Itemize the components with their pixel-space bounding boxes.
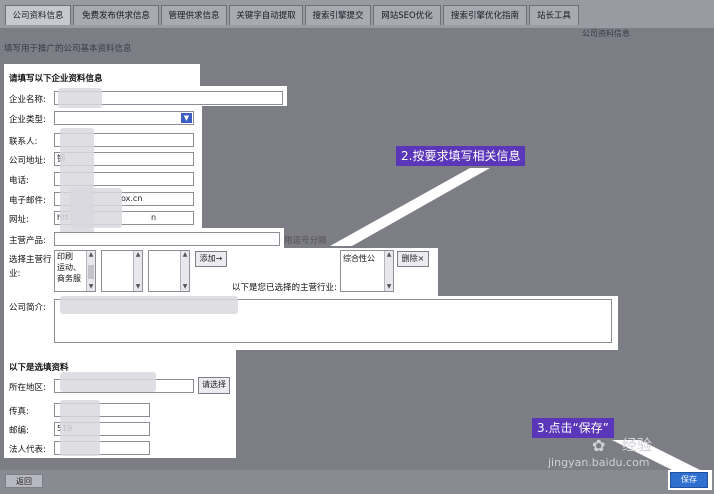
watermark-brand: 经验 — [622, 436, 653, 454]
watermark-paw-icon: ✿ — [592, 436, 606, 455]
callout-step2: 2.按要求填写相关信息 — [396, 146, 526, 166]
callout-step3: 3.点击“保存” — [532, 418, 614, 438]
back-button[interactable]: 返回 — [5, 474, 43, 488]
watermark-url: jingyan.baidu.com — [548, 456, 650, 469]
save-button[interactable]: 保存 — [670, 472, 708, 488]
footer-bar — [0, 470, 714, 494]
